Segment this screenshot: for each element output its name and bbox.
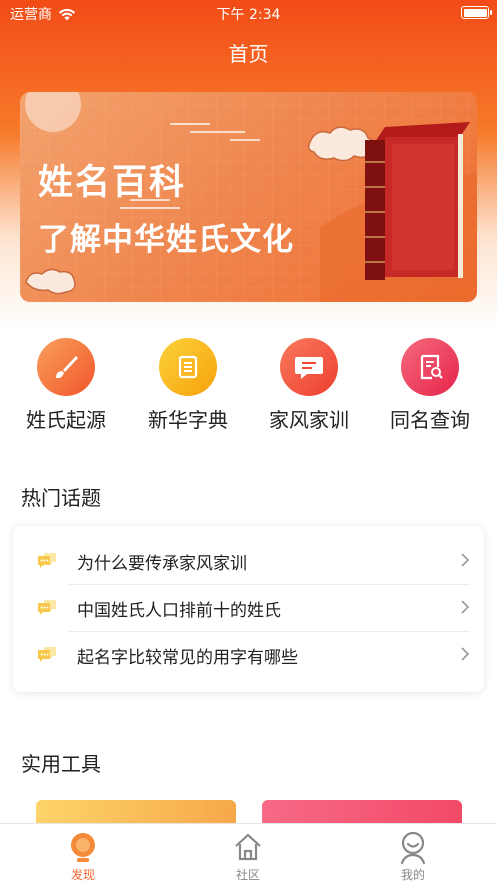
topic-text: 起名字比较常见的用字有哪些 [77,648,298,668]
topic-text: 中国姓氏人口排前十的姓氏 [77,601,281,621]
tab-bar: 发现 社区 我的 [0,823,497,883]
hot-topics-title: 热门话题 [21,486,101,510]
quick-entry-family-rules[interactable]: 家风家训 [249,338,369,438]
quick-entry-label: 同名查询 [390,408,470,432]
book-icon [159,338,217,396]
chevron-right-icon [461,600,470,614]
banner[interactable]: 姓名百科 了解中华姓氏文化 [20,92,477,302]
tab-community[interactable]: 社区 [188,824,308,883]
status-bar: 运营商 下午 2:34 [0,0,497,26]
chat-bubble-icon [38,553,56,568]
tab-discover[interactable]: 发现 [23,824,143,883]
topic-text: 为什么要传承家风家训 [77,554,247,574]
quick-entry-label: 新华字典 [148,408,228,432]
quick-entry-label: 家风家训 [269,408,349,432]
tab-label: 我的 [400,868,425,882]
tab-label: 社区 [235,868,260,882]
quick-entry-same-name[interactable]: 同名查询 [370,338,490,438]
banner-title: 姓名百科 [38,163,187,203]
quick-entry-label: 姓氏起源 [26,408,106,432]
brush-icon [37,338,95,396]
topic-item[interactable]: 起名字比较常见的用字有哪些 [13,632,484,679]
bulb-icon [71,833,95,862]
battery-icon [461,6,492,19]
hot-topics-list: 为什么要传承家风家训 中国姓氏人口排前十的姓氏 起名字比较常见的用字有哪些 [13,526,484,692]
quick-entry-dictionary[interactable]: 新华字典 [128,338,248,438]
clock: 下午 2:34 [216,7,281,23]
home-icon [235,833,261,861]
chat-bubble-icon [38,600,56,615]
tab-mine[interactable]: 我的 [353,824,473,883]
chevron-right-icon [461,647,470,661]
tab-label: 发现 [70,868,95,882]
page-title: 首页 [228,42,269,66]
quick-entry-surname-origin[interactable]: 姓氏起源 [6,338,126,438]
message-icon [280,338,338,396]
banner-subtitle: 了解中华姓氏文化 [38,222,294,258]
topic-item[interactable]: 中国姓氏人口排前十的姓氏 [13,585,484,632]
document-search-icon [401,338,459,396]
tools-title: 实用工具 [21,752,101,776]
chevron-right-icon [461,553,470,567]
user-icon [400,831,426,865]
topic-item[interactable]: 为什么要传承家风家训 [13,538,484,585]
chat-bubble-icon [38,647,56,662]
